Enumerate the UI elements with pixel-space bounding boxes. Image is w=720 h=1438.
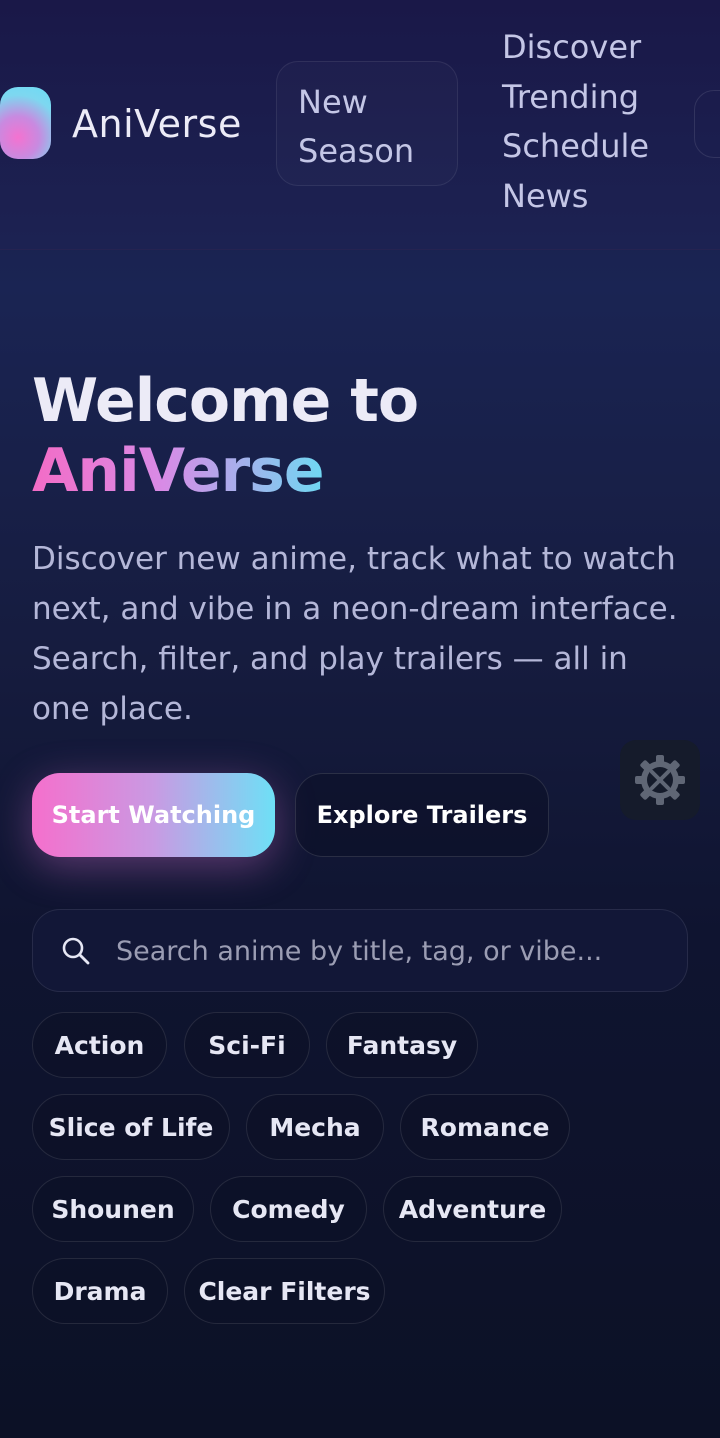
- genre-chip-adventure[interactable]: Adventure: [383, 1176, 562, 1242]
- explore-trailers-button[interactable]: Explore Trailers: [295, 773, 549, 857]
- nav-links: Discover Trending Schedule News: [502, 23, 649, 221]
- genre-chip-mecha[interactable]: Mecha: [246, 1094, 384, 1160]
- genre-chip-action[interactable]: Action: [32, 1012, 167, 1078]
- gear-wrench-icon: [635, 755, 685, 805]
- nav-action-button[interactable]: [694, 90, 720, 158]
- clear-filters-button[interactable]: Clear Filters: [184, 1258, 385, 1324]
- genre-chip-shounen[interactable]: Shounen: [32, 1176, 194, 1242]
- genre-chip-comedy[interactable]: Comedy: [210, 1176, 367, 1242]
- hero-title-line1: Welcome to: [32, 366, 419, 436]
- genre-chip-romance[interactable]: Romance: [400, 1094, 570, 1160]
- nav-link-schedule[interactable]: Schedule: [502, 122, 649, 172]
- genre-chip-sci-fi[interactable]: Sci-Fi: [184, 1012, 310, 1078]
- genre-chip-drama[interactable]: Drama: [32, 1258, 168, 1324]
- genre-chip-fantasy[interactable]: Fantasy: [326, 1012, 478, 1078]
- genre-chip-slice-of-life[interactable]: Slice of Life: [32, 1094, 230, 1160]
- hero-title: Welcome to AniVerse: [32, 366, 419, 506]
- search-bar: [32, 909, 688, 992]
- hero-description: Discover new anime, track what to watch …: [32, 541, 678, 727]
- brand-name[interactable]: AniVerse: [72, 102, 242, 146]
- nav-link-trending[interactable]: Trending: [502, 73, 649, 123]
- nav-link-news[interactable]: News: [502, 172, 649, 222]
- logo-icon[interactable]: [0, 87, 51, 159]
- settings-button[interactable]: [620, 740, 700, 820]
- start-watching-button[interactable]: Start Watching: [32, 773, 275, 857]
- hero-title-brand: AniVerse: [32, 436, 325, 506]
- top-header: AniVerse New Season Discover Trending Sc…: [0, 0, 720, 250]
- nav-link-discover[interactable]: Discover: [502, 23, 649, 73]
- nav-new-season-button[interactable]: New Season: [276, 61, 458, 186]
- search-input[interactable]: [116, 926, 666, 976]
- search-icon: [62, 937, 90, 965]
